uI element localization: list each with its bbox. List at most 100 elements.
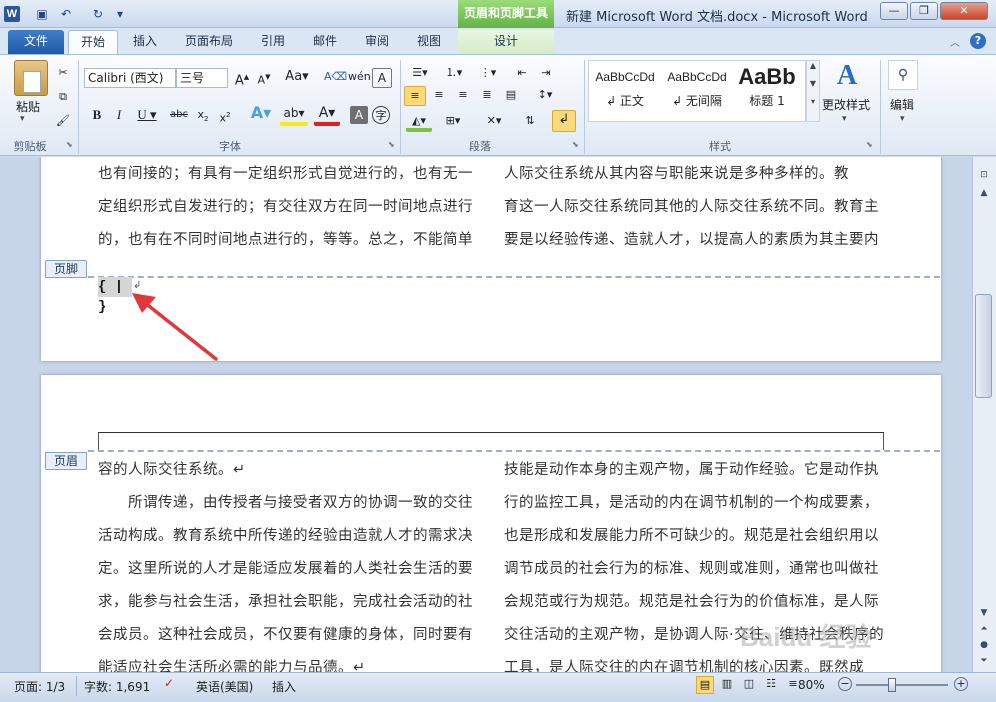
browse-object-icon[interactable]: ● — [975, 637, 993, 653]
previous-page-icon[interactable]: ⏶ — [975, 621, 993, 637]
tab-file[interactable]: 文件 — [8, 30, 64, 54]
paste-dropdown-icon[interactable]: ▾ — [20, 114, 25, 124]
character-shading-icon[interactable]: A — [350, 106, 368, 124]
scroll-down-icon[interactable]: ▼ — [975, 605, 993, 621]
save-icon[interactable]: ▣ — [34, 6, 50, 22]
align-left-icon[interactable]: ≡ — [404, 86, 426, 106]
align-center-icon[interactable]: ≡ — [428, 86, 450, 106]
document-canvas[interactable]: 也有间接的；有具有一定组织形式自觉进行的，也有无一 定组织形式自发进行的；有交往… — [0, 157, 972, 672]
shrink-font-icon[interactable]: A▼ — [254, 68, 274, 88]
tab-review[interactable]: 审阅 — [354, 30, 400, 54]
enclose-characters-icon[interactable]: 字 — [372, 106, 390, 124]
numbering-icon[interactable]: ⒈▾ — [440, 64, 468, 82]
word-app-icon[interactable]: W — [4, 6, 20, 22]
superscript-icon[interactable]: x2 — [216, 106, 234, 125]
change-styles-button[interactable]: 更改样式 — [822, 96, 870, 113]
clipboard-launcher-icon[interactable]: ⬊ — [66, 140, 73, 149]
body-line[interactable]: 调节成员的社会行为的标准、规则或准则，通常也叫做社 — [504, 557, 879, 578]
tab-insert[interactable]: 插入 — [122, 30, 168, 54]
style-heading-1[interactable]: AaBb 标题 1 — [734, 62, 800, 118]
font-color-icon[interactable]: A▾ — [314, 104, 340, 126]
zoom-slider-track[interactable] — [856, 684, 948, 686]
body-line[interactable]: 会规范或行为规范。规范是社会行为的价值标准，是人际 — [504, 590, 879, 611]
customize-quick-access-icon[interactable]: ▾ — [112, 6, 128, 22]
tab-design[interactable]: 设计 — [458, 30, 554, 54]
body-line[interactable]: 工具，是人际交往的内在调节机制的核心因素。既然成 — [504, 656, 864, 672]
body-line[interactable]: 所谓传递，由传授者与接受者双方的协调一致的交往 — [98, 491, 473, 512]
zoom-out-icon[interactable]: − — [838, 677, 852, 691]
next-page-icon[interactable]: ⏷ — [975, 653, 993, 669]
highlight-color-icon[interactable]: ab▾ — [280, 104, 308, 126]
change-styles-dropdown-icon[interactable]: ▾ — [842, 114, 847, 124]
distributed-icon[interactable]: ▤ — [500, 86, 522, 106]
body-line[interactable]: 也有间接的；有具有一定组织形式自觉进行的，也有无一 — [98, 162, 473, 183]
paste-icon[interactable] — [14, 60, 48, 96]
tab-view[interactable]: 视图 — [406, 30, 452, 54]
phonetic-guide-icon[interactable]: wén — [348, 68, 371, 88]
close-button[interactable]: ✕ — [940, 2, 988, 20]
chinese-layout-icon[interactable]: ✕▾ — [480, 112, 508, 132]
body-line[interactable]: 容的人际交往系统。↵ — [98, 458, 246, 479]
body-line[interactable]: 能适应社会生活所必需的能力与品德。↵ — [98, 656, 366, 672]
insert-mode[interactable]: 插入 — [272, 678, 296, 695]
body-line[interactable]: 的，也有在不同时间地点进行的，等等。总之，不能简单 — [98, 228, 473, 249]
zoom-level[interactable]: 80% — [798, 678, 825, 692]
line-spacing-icon[interactable]: ↕▾ — [532, 86, 558, 106]
subscript-icon[interactable]: x2 — [194, 106, 212, 124]
body-line[interactable]: 定组织形式自发进行的；有交往双方在同一时间地点进行 — [98, 195, 473, 216]
font-name-select[interactable]: Calibri (西文) — [84, 68, 176, 88]
borders-icon[interactable]: ⊞▾ — [440, 112, 466, 132]
help-icon[interactable]: ? — [970, 33, 986, 49]
editing-dropdown-icon[interactable]: ▾ — [900, 114, 905, 124]
zoom-in-icon[interactable]: + — [954, 677, 968, 691]
style-no-spacing[interactable]: AaBbCcDd ↲ 无间隔 — [662, 62, 732, 118]
editing-button[interactable]: 编辑 — [890, 96, 914, 113]
bold-icon[interactable]: B — [88, 106, 106, 124]
styles-launcher-icon[interactable]: ⬊ — [866, 140, 873, 149]
paste-button[interactable]: 粘贴 — [16, 98, 40, 115]
maximize-button[interactable]: ❐ — [910, 2, 938, 20]
minimize-ribbon-icon[interactable]: ︿ — [950, 34, 964, 49]
format-painter-icon[interactable]: 🖌 — [54, 112, 72, 130]
body-line[interactable]: 要是以经验传递、造就人才，以提高人的素质为其主要内 — [504, 228, 879, 249]
body-line[interactable]: 定。这里所说的人才是能适应发展着的人类社会生活的要 — [98, 557, 473, 578]
shading-icon[interactable]: ◭▾ — [406, 112, 432, 132]
body-line[interactable]: 也是形成和发展能力所不可缺少的。规范是社会组织用以 — [504, 524, 879, 545]
text-effects-icon[interactable]: A▾ — [248, 104, 274, 126]
proofing-icon[interactable]: ✓ — [164, 676, 180, 692]
body-line[interactable]: 育这一人际交往系统同其他的人际交往系统不同。教育主 — [504, 195, 879, 216]
font-size-select[interactable]: 三号 — [176, 68, 228, 88]
increase-indent-icon[interactable]: ⇥ — [536, 64, 556, 82]
body-line[interactable]: 行的监控工具，是活动的内在调节机制的一个构成要素， — [504, 491, 879, 512]
page-count[interactable]: 页面: 1/3 — [14, 678, 65, 695]
full-screen-reading-icon[interactable]: ▥ — [718, 676, 736, 694]
vertical-scrollbar[interactable]: ⊡ ▲ ▼ ⏶ ● ⏷ — [972, 157, 996, 672]
tab-references[interactable]: 引用 — [250, 30, 296, 54]
styles-scroll[interactable]: ▲ ▼ ▾ — [806, 60, 820, 122]
decrease-indent-icon[interactable]: ⇤ — [512, 64, 532, 82]
body-line[interactable]: 求，能参与社会生活，承担社会职能，完成社会活动的社 — [98, 590, 473, 611]
body-line[interactable]: 活动构成。教育系统中所传递的经验由造就人才的需求决 — [98, 524, 473, 545]
body-line[interactable]: 会成员。这种社会成员，不仅要有健康的身体，同时要有 — [98, 623, 473, 644]
tab-page-layout[interactable]: 页面布局 — [176, 30, 242, 54]
print-layout-view-icon[interactable]: ▤ — [696, 676, 714, 694]
word-count[interactable]: 字数: 1,691 — [84, 678, 150, 695]
find-binoculars-icon[interactable]: ⚲ — [888, 60, 918, 90]
show-paragraph-marks-icon[interactable]: ↲ — [552, 110, 576, 132]
font-launcher-icon[interactable]: ⬊ — [388, 140, 395, 149]
paragraph-launcher-icon[interactable]: ⬊ — [572, 140, 579, 149]
sort-icon[interactable]: ⇅ — [520, 112, 540, 132]
bullets-icon[interactable]: ☰▾ — [406, 64, 434, 82]
undo-icon[interactable]: ↶ — [58, 6, 74, 22]
body-line[interactable]: 人际交往系统从其内容与职能来说是多种多样的。教 — [504, 162, 849, 183]
outline-view-icon[interactable]: ☷ — [762, 676, 780, 694]
clear-formatting-icon[interactable]: A⌫ — [324, 68, 347, 88]
redo-icon[interactable]: ↻ — [90, 6, 106, 22]
change-styles-icon[interactable]: A — [832, 60, 862, 94]
character-border-icon[interactable]: A — [372, 68, 392, 88]
style-normal[interactable]: AaBbCcDd ↲ 正文 — [590, 62, 660, 118]
language-status[interactable]: 英语(美国) — [196, 678, 253, 695]
change-case-icon[interactable]: Aa▾ — [284, 68, 310, 88]
align-right-icon[interactable]: ≡ — [452, 86, 474, 106]
scroll-up-icon[interactable]: ▲ — [975, 185, 993, 201]
